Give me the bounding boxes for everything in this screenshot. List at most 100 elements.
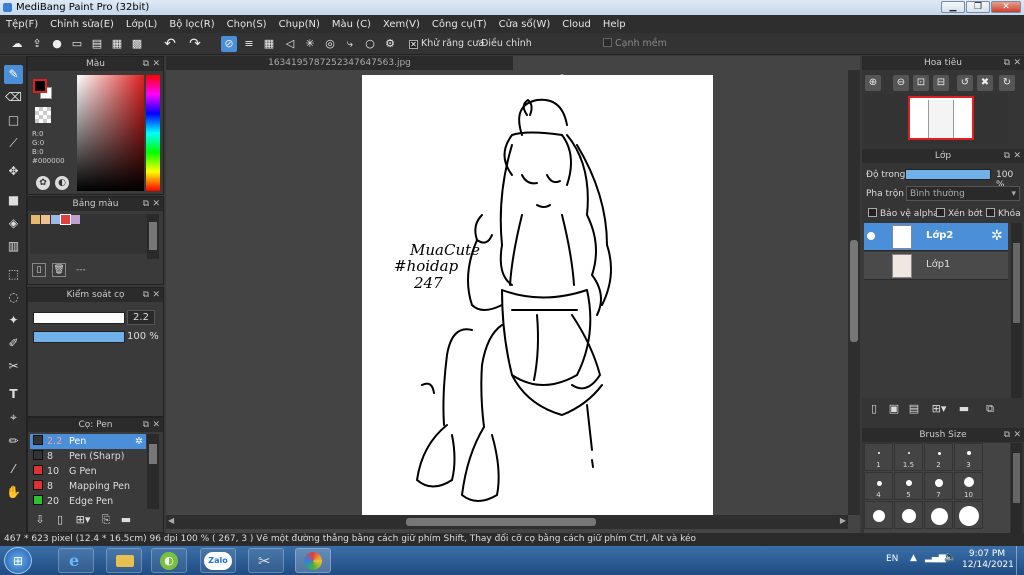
brush-size-cell-3[interactable]: 3 xyxy=(954,443,983,471)
select-tool-icon[interactable]: ⬚ xyxy=(4,265,23,284)
brush-size-cell-4[interactable]: 4 xyxy=(864,472,893,500)
actual-size-icon[interactable]: ⊟ xyxy=(933,75,949,91)
show-hidden-icons-icon[interactable]: ▲ xyxy=(910,553,917,563)
select-eraser-tool-icon[interactable]: ✂ xyxy=(4,357,23,376)
brush-size-cell-row3[interactable] xyxy=(864,501,893,529)
circle-snap-icon[interactable]: ○ xyxy=(362,36,378,52)
line-tool-icon[interactable]: ⟋ xyxy=(4,134,23,153)
brush-size-scrollbar[interactable] xyxy=(1011,443,1022,533)
undock-icon[interactable]: ⧉ xyxy=(143,197,149,211)
perspective-snap-icon[interactable]: ◁ xyxy=(282,36,298,52)
zalo-button[interactable]: Zalo xyxy=(200,548,236,573)
new-halftone-layer-icon[interactable]: ▣ xyxy=(886,401,902,417)
move-tool-icon[interactable]: ✥ xyxy=(4,162,23,181)
brush-size-value[interactable]: 2.2 xyxy=(127,310,155,325)
brush-tool-icon[interactable]: ✎ xyxy=(4,65,23,84)
menu-filter[interactable]: Bộ lọc(R) xyxy=(169,19,214,30)
brush-size-cell-10[interactable]: 10 xyxy=(954,472,983,500)
blend-mode-combobox[interactable]: Bình thường ▾ xyxy=(906,186,1020,201)
gear-icon[interactable]: ✲ xyxy=(135,434,143,449)
layer-scroll-thumb[interactable] xyxy=(1013,243,1020,323)
palette-swatch[interactable] xyxy=(60,214,71,225)
add-brush-icon[interactable]: ⊞▾ xyxy=(72,512,94,528)
brush-size-cell-1-5[interactable]: 1.5 xyxy=(894,443,923,471)
minimize-button[interactable]: ▁ xyxy=(941,1,965,13)
color-wheel-icon[interactable]: ✿ xyxy=(36,176,50,190)
undock-icon[interactable]: ⧉ xyxy=(1004,428,1010,442)
copy-brush-icon[interactable]: ⎘ xyxy=(98,512,114,528)
app-button[interactable]: ◐ xyxy=(151,548,187,573)
menu-cloud[interactable]: Cloud xyxy=(562,19,591,30)
menu-file[interactable]: Tệp(F) xyxy=(6,19,38,30)
menu-help[interactable]: Help xyxy=(603,19,626,30)
layer-row-lop1[interactable]: Lớp1 xyxy=(864,252,1008,280)
saturation-value-picker[interactable] xyxy=(77,75,144,191)
download-brush-icon[interactable]: ⇩ xyxy=(32,512,48,528)
divide-tool-icon[interactable]: ✏ xyxy=(4,432,23,451)
palette-scroll-thumb[interactable] xyxy=(149,222,157,250)
text-tool-icon[interactable]: T xyxy=(4,385,23,404)
foreground-color-swatch[interactable] xyxy=(33,79,47,93)
palette-icon[interactable]: ◐ xyxy=(55,176,69,190)
select-pen-tool-icon[interactable]: ✐ xyxy=(4,334,23,353)
language-indicator[interactable]: EN xyxy=(886,554,898,564)
volume-icon[interactable]: 🔈 xyxy=(944,552,956,563)
lasso-tool-icon[interactable]: ◌ xyxy=(4,288,23,307)
brush-size-cell-1[interactable]: 1 xyxy=(864,443,893,471)
menu-window[interactable]: Cửa sổ(W) xyxy=(499,19,551,30)
close-icon[interactable]: ✕ xyxy=(152,418,160,432)
brush-size-cell-row3[interactable] xyxy=(894,501,923,529)
close-icon[interactable]: ✕ xyxy=(152,197,160,211)
redo-icon[interactable]: ↷ xyxy=(187,36,203,52)
scroll-left-icon[interactable]: ◀ xyxy=(168,516,174,525)
layer-row-lop2[interactable]: Lớp2 ✲ xyxy=(864,223,1008,251)
undock-icon[interactable]: ⧉ xyxy=(143,288,149,302)
document-tab[interactable]: 16341957872523476475​63.jpg xyxy=(166,56,513,70)
drawing-canvas[interactable]: MuaCute #hoidap 247 xyxy=(362,75,713,515)
palette-swatch[interactable] xyxy=(41,215,50,224)
close-icon[interactable]: ✕ xyxy=(1013,56,1021,70)
gear-icon[interactable]: ✲ xyxy=(991,228,1003,244)
palette-swatch[interactable] xyxy=(31,215,40,224)
fit-window-icon[interactable]: ⊡ xyxy=(913,75,929,91)
menu-select[interactable]: Chọn(S) xyxy=(227,19,267,30)
brush-size-cell-row3[interactable] xyxy=(954,501,983,529)
new-brush-icon[interactable]: ▯ xyxy=(52,512,68,528)
brush-item-edge-pen[interactable]: 20 Edge Pen xyxy=(30,494,146,509)
close-icon[interactable]: ✕ xyxy=(1013,149,1021,163)
add-layer-menu-icon[interactable]: ⊞▾ xyxy=(928,401,950,417)
vertical-scroll-thumb[interactable] xyxy=(850,240,858,342)
brush-size-cell-5[interactable]: 5 xyxy=(894,472,923,500)
menu-tools[interactable]: Công cụ(T) xyxy=(432,19,487,30)
paint-tool-button[interactable]: ✂ xyxy=(248,548,284,573)
restore-button[interactable]: ❐ xyxy=(966,1,990,13)
layer-scrollbar[interactable] xyxy=(1011,223,1022,398)
brush-size-cell-2[interactable]: 2 xyxy=(924,443,953,471)
clip-checkbox[interactable]: Xén bớt xyxy=(936,208,983,219)
soft-edge-checkbox[interactable]: Cạnh mềm xyxy=(603,38,667,49)
new-palette-icon[interactable]: ▯ xyxy=(32,263,46,277)
operation-tool-icon[interactable]: ⌖ xyxy=(4,408,23,427)
menu-layer[interactable]: Lớp(L) xyxy=(126,19,157,30)
antialias-checkbox[interactable]: ✕ Khử răng cưa xyxy=(409,38,484,49)
new-1bit-layer-icon[interactable]: ▤ xyxy=(906,401,922,417)
brush-size-slider[interactable] xyxy=(33,312,125,324)
close-button[interactable]: ✕ xyxy=(991,1,1021,13)
concentric-snap-icon[interactable]: ◎ xyxy=(322,36,338,52)
bucket-tool-icon[interactable]: ◈ xyxy=(4,214,23,233)
horizontal-scroll-thumb[interactable] xyxy=(406,518,596,526)
brush-size-scroll-thumb[interactable] xyxy=(1013,453,1020,503)
zoom-in-icon[interactable]: ⊕ xyxy=(865,75,881,91)
clock[interactable]: 9:07 PM 12/14/2021 xyxy=(962,549,1014,571)
brush-size-cell-row3[interactable] xyxy=(924,501,953,529)
brush-item-pen[interactable]: 2.2 Pen ✲ xyxy=(30,434,146,449)
rectangle-tool-icon[interactable]: □ xyxy=(4,111,23,130)
brush-size-cell-7[interactable]: 7 xyxy=(924,472,953,500)
transparent-color-swatch[interactable] xyxy=(35,107,51,123)
start-button[interactable]: ⊞ xyxy=(4,547,32,574)
gradient-tool-icon[interactable]: ▥ xyxy=(4,237,23,256)
horizontal-scrollbar[interactable]: ◀ ▶ xyxy=(166,515,848,529)
palette-swatch[interactable] xyxy=(51,215,60,224)
undo-icon[interactable]: ↶ xyxy=(162,36,178,52)
settings-gear-icon[interactable]: ⚙ xyxy=(382,36,398,52)
